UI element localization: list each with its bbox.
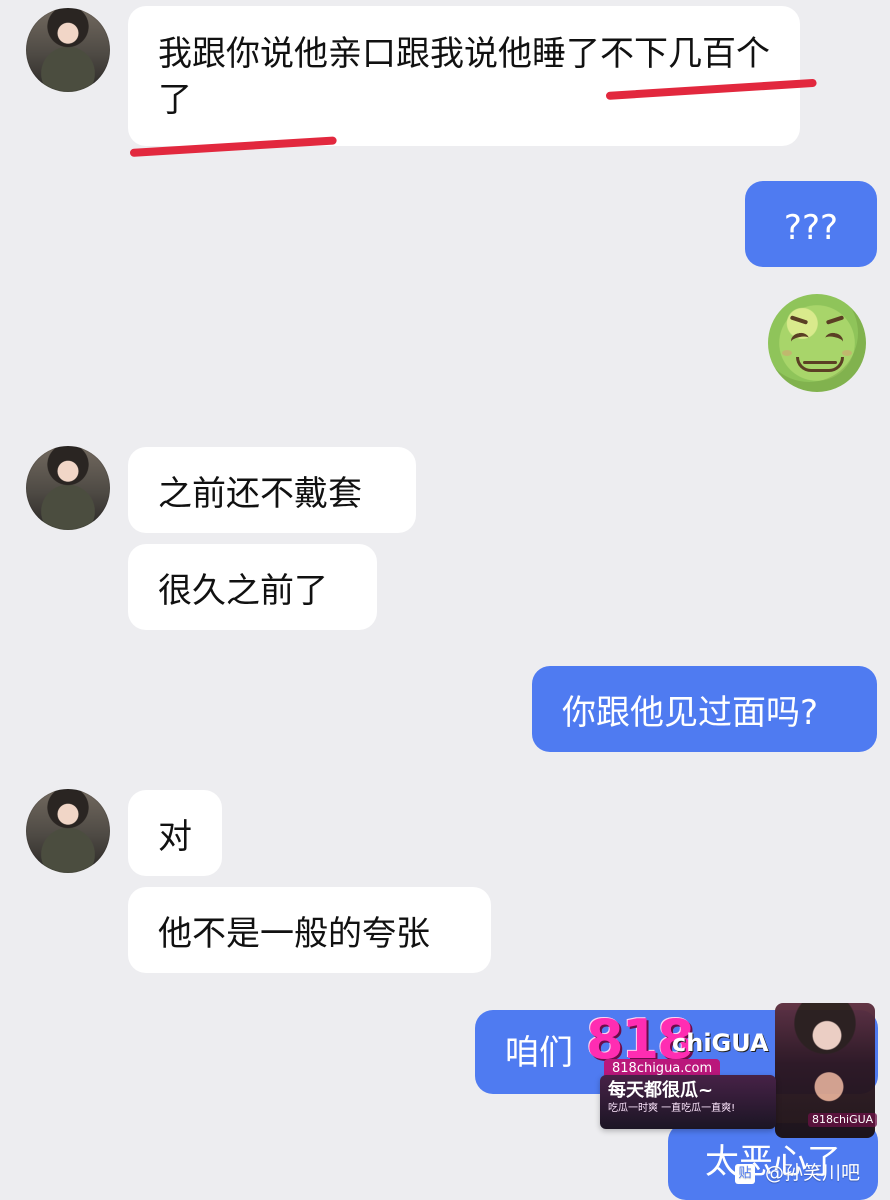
promo-subtitle: 吃瓜一时爽 一直吃瓜一直爽! bbox=[608, 1103, 736, 1114]
sent-message-bubble: 咱们 bbox=[475, 1010, 878, 1094]
emoji-brow bbox=[789, 315, 809, 325]
sent-message-bubble: ??? bbox=[745, 181, 877, 267]
contact-avatar[interactable] bbox=[26, 446, 110, 530]
source-watermark: 贴 @孙笑川吧 bbox=[735, 1161, 860, 1185]
contact-avatar[interactable] bbox=[26, 8, 110, 92]
received-message-bubble: 很久之前了 bbox=[128, 544, 377, 630]
received-message-bubble: 我跟你说他亲口跟我说他睡了不下几百个了 bbox=[128, 6, 800, 146]
emoji-eye bbox=[823, 331, 845, 349]
emoji-eye bbox=[789, 331, 811, 349]
emoji-blush bbox=[782, 350, 792, 356]
emoji-brow bbox=[825, 315, 845, 325]
contact-avatar[interactable] bbox=[26, 789, 110, 873]
received-message-bubble: 他不是一般的夸张 bbox=[128, 887, 491, 973]
sent-message-bubble: 你跟他见过面吗? bbox=[532, 666, 877, 752]
watermark-text: @孙笑川吧 bbox=[765, 1162, 861, 1184]
received-message-bubble: 对 bbox=[128, 790, 222, 876]
emoji-mouth bbox=[796, 357, 844, 372]
tieba-icon: 贴 bbox=[735, 1163, 755, 1184]
nauseated-face-icon bbox=[768, 294, 866, 392]
received-message-bubble: 之前还不戴套 bbox=[128, 447, 416, 533]
emoji-blush bbox=[842, 350, 852, 356]
